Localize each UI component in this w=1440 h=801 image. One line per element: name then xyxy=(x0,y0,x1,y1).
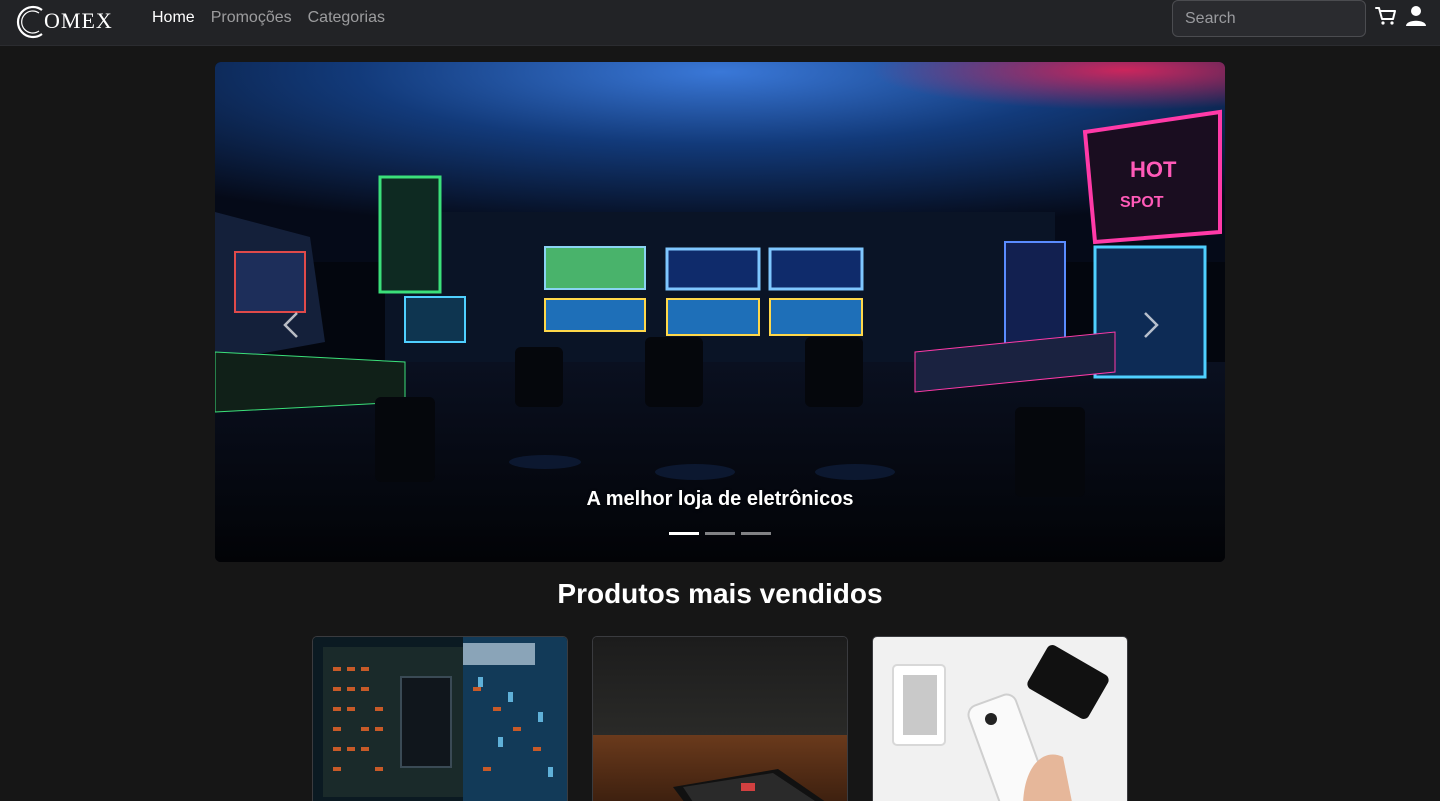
nav-link-categorias[interactable]: Categorias xyxy=(308,9,385,27)
nav-link-promocoes[interactable]: Promoções xyxy=(211,9,292,27)
arcade-room-image: HOT SPOT xyxy=(215,62,1225,562)
user-icon[interactable] xyxy=(1404,4,1428,28)
smartphone-on-table-image xyxy=(593,637,847,801)
carousel-indicators xyxy=(669,532,771,535)
section-title: Produtos mais vendidos xyxy=(557,578,883,609)
navbar: OMEX Home Promoções Categorias xyxy=(0,0,1440,46)
nav-link-home[interactable]: Home xyxy=(152,9,195,27)
product-card-1[interactable] xyxy=(312,636,568,801)
hero-carousel: HOT SPOT A melhor loja de eletrônicos xyxy=(215,62,1225,562)
svg-text:HOT: HOT xyxy=(1130,157,1177,182)
product-card-3[interactable] xyxy=(872,636,1128,801)
chevron-right-icon xyxy=(1144,312,1159,338)
svg-text:SPOT: SPOT xyxy=(1120,194,1164,211)
hand-holding-iphone-image xyxy=(873,637,1127,801)
brand-name: OMEX xyxy=(44,8,113,33)
carousel-next-button[interactable] xyxy=(1131,295,1171,355)
carousel-prev-button[interactable] xyxy=(271,295,311,355)
carousel-caption: A melhor loja de eletrônicos xyxy=(586,488,854,510)
cart-icon[interactable] xyxy=(1374,4,1398,28)
carousel-indicator-3[interactable] xyxy=(741,532,771,535)
brand-logo[interactable]: OMEX xyxy=(14,2,114,42)
chevron-left-icon xyxy=(283,312,298,338)
carousel-indicator-2[interactable] xyxy=(705,532,735,535)
search-input[interactable] xyxy=(1172,0,1366,37)
carousel-indicator-1[interactable] xyxy=(669,532,699,535)
product-card-2[interactable] xyxy=(592,636,848,801)
circuit-board-image xyxy=(313,637,567,801)
main-nav: Home Promoções Categorias xyxy=(152,0,385,36)
